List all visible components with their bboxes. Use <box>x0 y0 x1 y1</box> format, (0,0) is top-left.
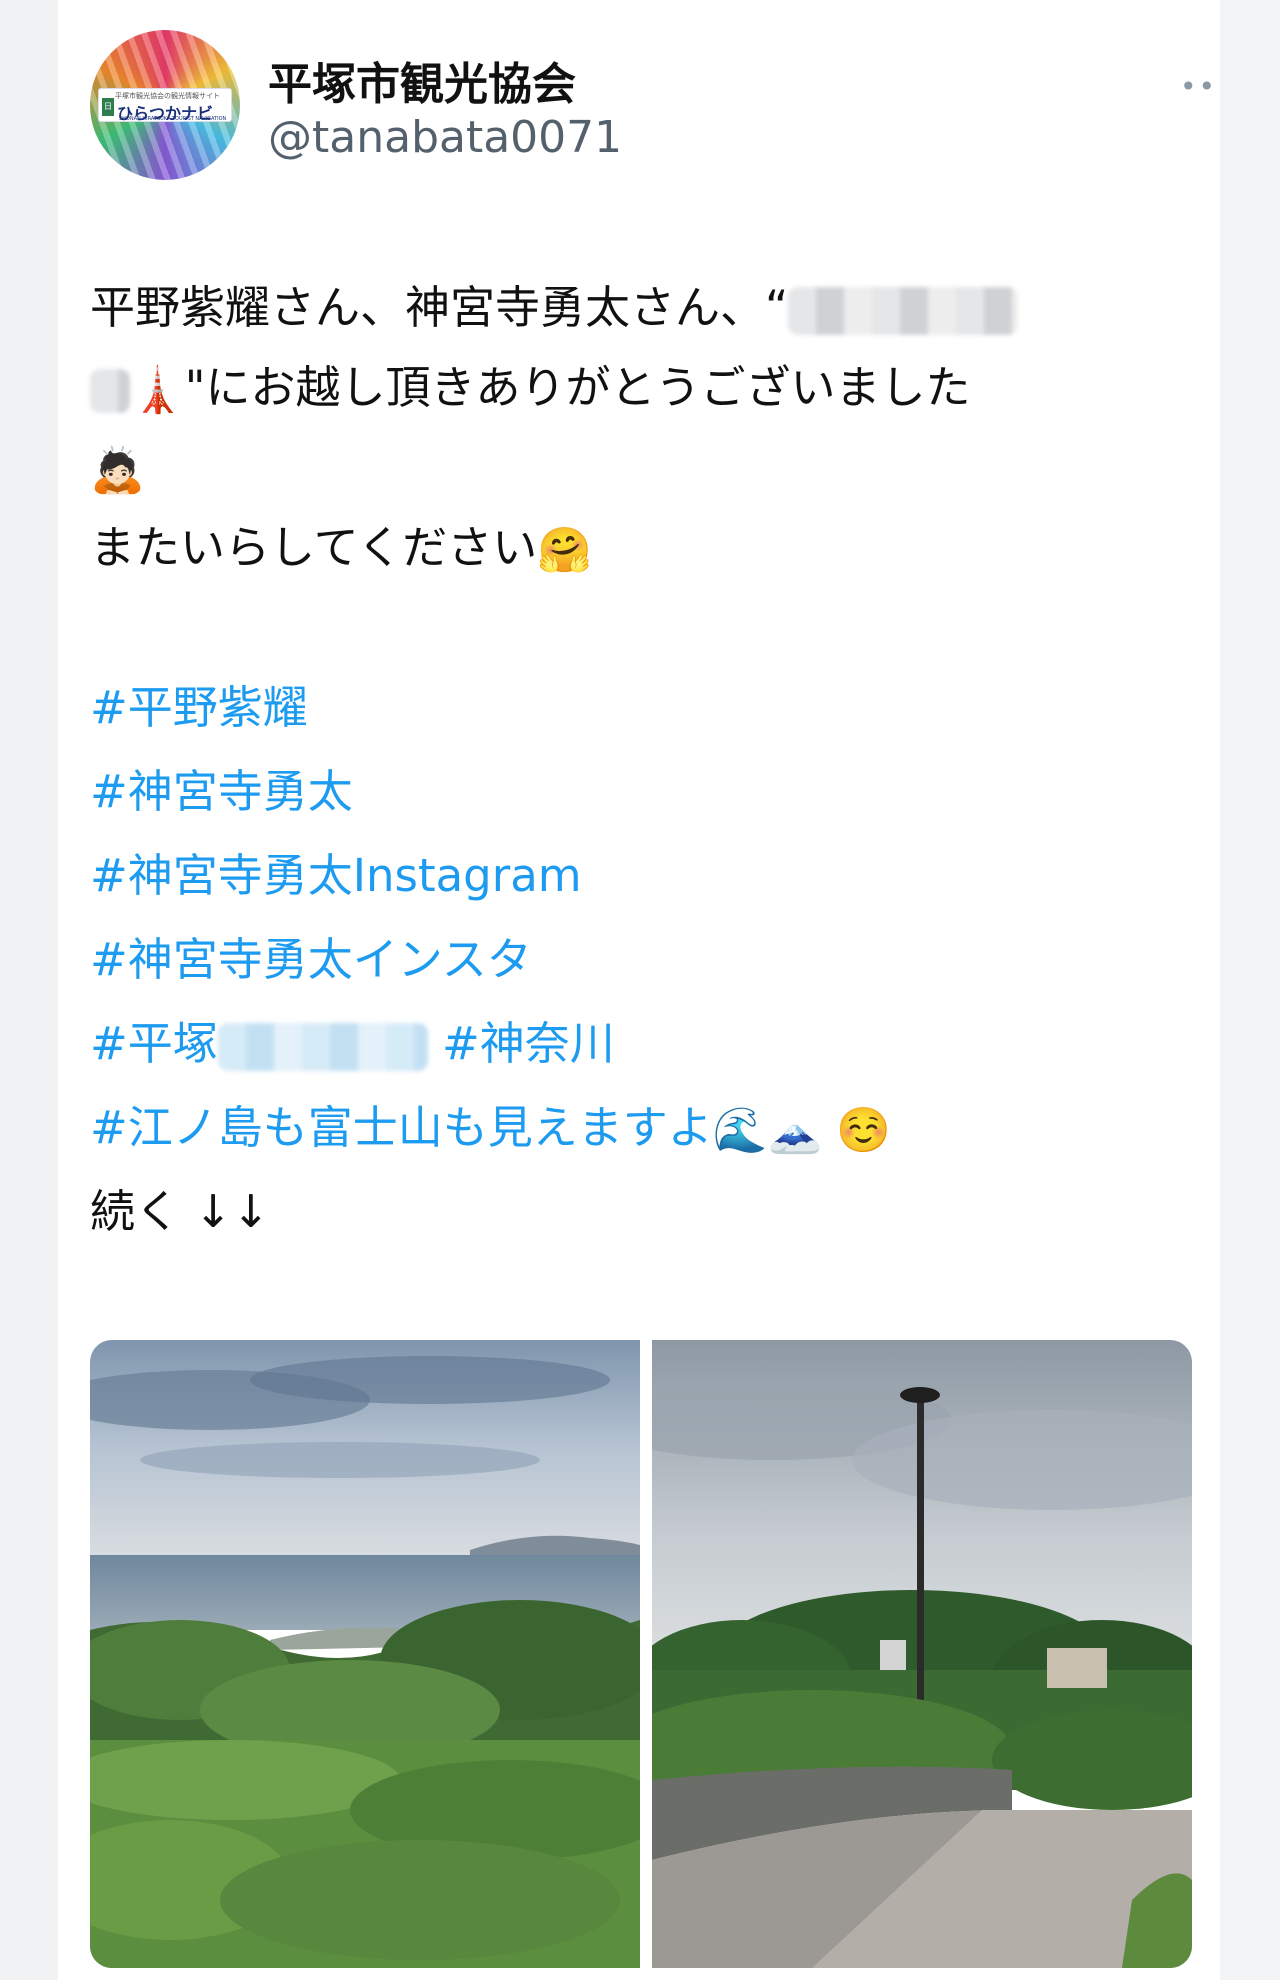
tweet-line-1-partial: “ <box>765 281 789 334</box>
tweet-line-4: またいらしてください🤗 <box>90 508 1190 588</box>
display-name[interactable]: 平塚市観光協会 <box>268 48 576 112</box>
hashtag-link[interactable]: #江ノ島も富士山も見えますよ <box>90 1101 713 1154</box>
continue-text: 続く ↓↓ <box>90 1185 270 1238</box>
avatar-flag: 日 <box>102 98 114 116</box>
hashtag-line: #平野紫耀 <box>90 668 1190 752</box>
hashtag-link[interactable]: #平塚 <box>90 1017 218 1070</box>
redacted-text <box>217 1023 428 1071</box>
hashtag-line: #神宮寺勇太 <box>90 752 1190 836</box>
tweet-line-2: 🗼"にお越し頂きありがとうございました <box>90 348 1190 428</box>
hashtag-link[interactable]: #神宮寺勇太Instagram <box>90 849 582 902</box>
tweet-header: 日 平塚市観光協会の観光情報サイト ひらつかナビ SHONAN HIRATSUK… <box>90 30 1234 190</box>
tweet-text: 平野紫耀さん、神宮寺勇太さん、“ 🗼"にお越し頂きありがとうございました 🙇🏻 … <box>90 268 1190 1252</box>
avatar-logo: 日 平塚市観光協会の観光情報サイト ひらつかナビ SHONAN HIRATSUK… <box>98 88 232 123</box>
user-handle[interactable]: @tanabata0071 <box>268 112 622 163</box>
tweet-line-2-text: "にお越し頂きありがとうございました <box>184 361 971 414</box>
continue-line: 続く ↓↓ <box>90 1172 1190 1252</box>
tokyo-tower-icon: 🗼 <box>130 365 185 416</box>
hashtag-line: #平塚 #神奈川 <box>90 1004 1190 1088</box>
scenic-view-image <box>90 1340 640 1968</box>
tweet-line-1: 平野紫耀さん、神宮寺勇太さん、“ <box>90 268 1190 348</box>
hashtag-link[interactable]: #平野紫耀 <box>90 681 308 734</box>
park-path-photo[interactable] <box>652 1340 1192 1968</box>
hashtag-link[interactable]: #神宮寺勇太 <box>90 765 353 818</box>
scenic-view-photo[interactable] <box>90 1340 640 1968</box>
hashtag-line: #神宮寺勇太Instagram <box>90 836 1190 920</box>
hashtag-link[interactable]: #神奈川 <box>442 1017 615 1070</box>
tweet-line-3: 🙇🏻 <box>90 428 1190 508</box>
redacted-text <box>788 287 1019 335</box>
media-grid <box>90 1340 1192 1970</box>
hashtag-line: #江ノ島も富士山も見えますよ🌊🗻 ☺️ <box>90 1088 1190 1172</box>
park-path-image <box>652 1340 1192 1968</box>
tweet-line-4-text: またいらしてください <box>90 521 538 574</box>
hugging-face-icon: 🤗 <box>537 525 593 576</box>
tweet-line-1-text: 平野紫耀さん、神宮寺勇太さん、 <box>90 281 766 334</box>
hashtag-link[interactable]: #神宮寺勇太インスタ <box>90 933 532 986</box>
page-background-strip <box>1220 0 1280 1980</box>
tweet-card: 日 平塚市観光協会の観光情報サイト ひらつかナビ SHONAN HIRATSUK… <box>58 0 1234 1980</box>
wave-mountain-smile-icons: 🌊🗻 ☺️ <box>712 1105 892 1156</box>
hashtag-line: #神宮寺勇太インスタ <box>90 920 1190 1004</box>
avatar[interactable]: 日 平塚市観光協会の観光情報サイト ひらつかナビ SHONAN HIRATSUK… <box>90 30 240 180</box>
avatar-en-text: SHONAN HIRATSUKA TOURIST NAVIGATION <box>119 116 227 122</box>
redacted-text <box>90 369 130 413</box>
bowing-person-icon: 🙇🏻 <box>90 445 145 496</box>
